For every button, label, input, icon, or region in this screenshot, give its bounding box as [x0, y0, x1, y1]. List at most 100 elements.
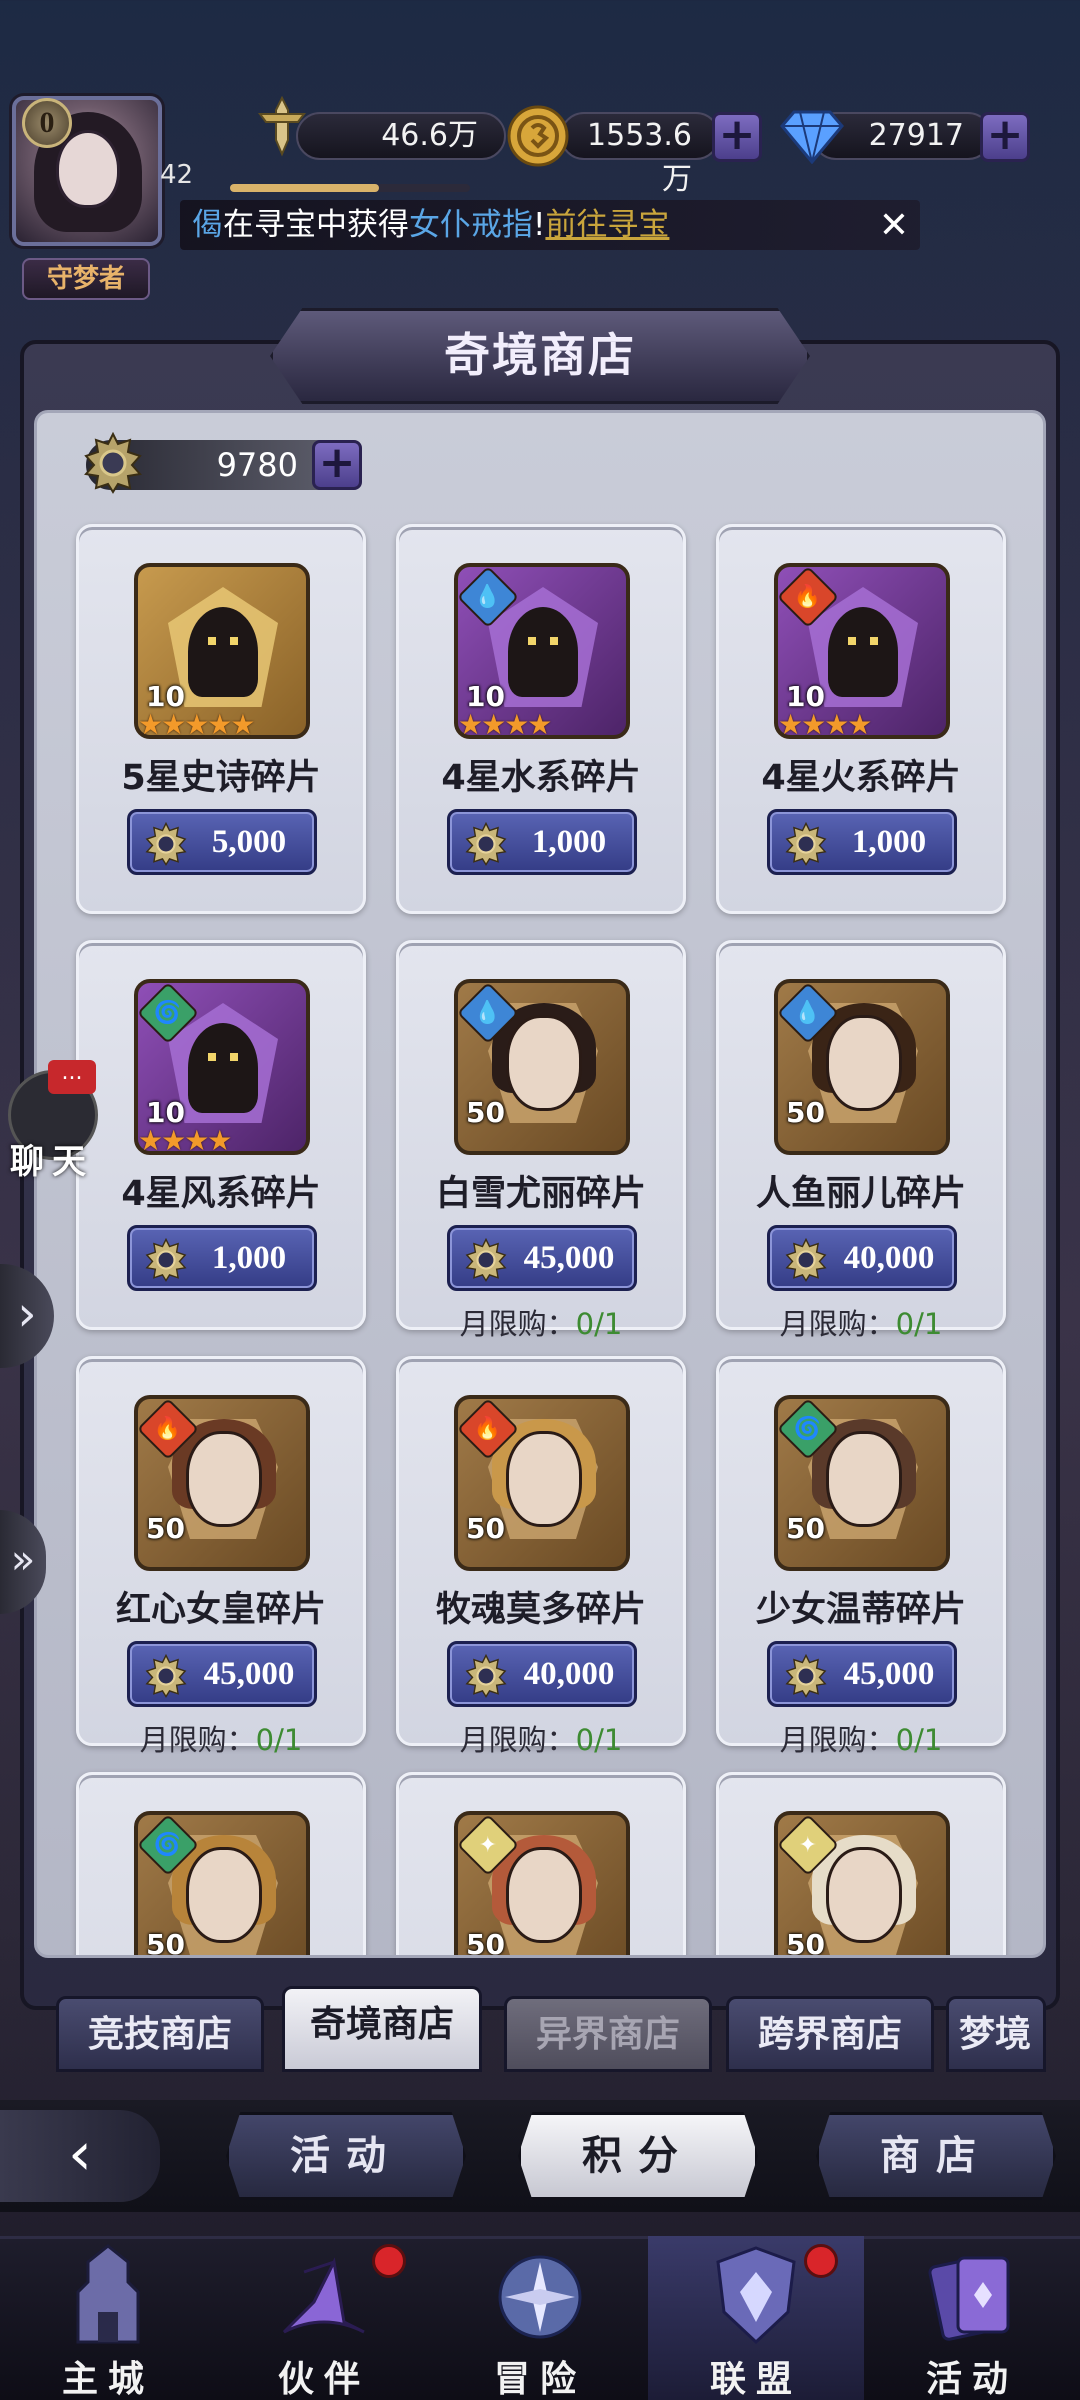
purchase-limit-value: 0/1: [575, 1723, 623, 1757]
hooded-figure-icon: [828, 607, 898, 697]
element-glyph: 💧: [794, 1000, 822, 1026]
buy-button[interactable]: 45,000: [767, 1641, 957, 1707]
shop-currency-icon: [785, 1238, 827, 1282]
purchase-limit-value: 0/1: [255, 1723, 303, 1757]
hero-portrait: [826, 1015, 902, 1111]
shop-item-name: 牧魂莫多碎片: [435, 1590, 646, 1630]
tab-dream-shop[interactable]: 梦境: [946, 1996, 1046, 2072]
shop-currency-icon: [465, 1654, 507, 1698]
price-value: 1,000: [531, 824, 607, 860]
buy-button[interactable]: 1,000: [127, 1225, 317, 1291]
tab-arena-shop[interactable]: 竞技商店: [56, 1996, 264, 2072]
element-glyph: 💧: [474, 584, 502, 610]
shop-item-card[interactable]: 💧 50 白雪尤丽碎片 45,000 月限购：0/1: [396, 940, 686, 1341]
shop-item-name: 红心女皇碎片: [115, 1590, 326, 1630]
partners-notification-dot: [372, 2244, 406, 2278]
shop-item-card[interactable]: ✦ 50: [396, 1772, 686, 1955]
fragment-icon: 🔥 50: [134, 1395, 310, 1571]
chat-label[interactable]: 聊天: [10, 1134, 94, 1183]
fragment-quantity: 50: [786, 1928, 825, 1955]
shop-item-card[interactable]: 🌀 10 ★★★★ 4星风系碎片 1,000: [76, 940, 366, 1330]
element-glyph: 🌀: [794, 1416, 822, 1442]
hooded-figure-icon: [188, 607, 258, 697]
element-glyph: 🔥: [474, 1416, 502, 1442]
hooded-figure-eyes: [208, 1053, 238, 1061]
tab-otherworld-shop[interactable]: 异界商店: [504, 1996, 712, 2072]
shop-item-card[interactable]: 🌀 50 少女温蒂碎片 45,000 月限购：0/1: [716, 1356, 1006, 1757]
tab-crossrealm-shop[interactable]: 跨界商店: [726, 1996, 934, 2072]
purchase-limit-label: 月限购：: [779, 1723, 896, 1757]
shop-item-name: 4星火系碎片: [761, 758, 961, 798]
hero-portrait: [826, 1431, 902, 1527]
shop-item-card[interactable]: 🔥 50 红心女皇碎片 45,000 月限购：0/1: [76, 1356, 366, 1757]
fragment-quantity: 50: [466, 1512, 505, 1545]
shop-item-card[interactable]: ✦ 50: [716, 1772, 1006, 1955]
buy-button[interactable]: 45,000: [127, 1641, 317, 1707]
element-glyph: ✦: [478, 1832, 498, 1858]
hero-portrait: [186, 1431, 262, 1527]
nav-adventure-label: 冒险: [493, 2359, 586, 2399]
switch-shop[interactable]: 商店: [816, 2112, 1056, 2200]
tab-wonderland-shop[interactable]: 奇境商店: [282, 1986, 482, 2072]
shop-item-card[interactable]: 🔥 50 牧魂莫多碎片 40,000 月限购：0/1: [396, 1356, 686, 1757]
price-value: 1,000: [851, 824, 927, 860]
buy-button[interactable]: 1,000: [767, 809, 957, 875]
shield-icon: [706, 2242, 806, 2352]
shop-item-card[interactable]: 💧 10 ★★★★ 4星水系碎片 1,000: [396, 524, 686, 914]
hero-portrait: [506, 1015, 582, 1111]
shop-item-name: 4星风系碎片: [121, 1174, 321, 1214]
hero-portrait: [186, 1847, 262, 1943]
castle-icon: [58, 2242, 158, 2352]
price-value: 45,000: [843, 1656, 935, 1692]
back-arrow-icon[interactable]: ‹: [0, 2110, 160, 2202]
cards-icon: [922, 2242, 1022, 2352]
shop-item-name: 人鱼丽儿碎片: [755, 1174, 966, 1214]
switch-points[interactable]: 积分: [518, 2112, 758, 2200]
fragment-icon: 🌀 50: [774, 1395, 950, 1571]
fragment-icon: 🌀 50: [134, 1811, 310, 1955]
fragment-quantity: 50: [466, 1928, 505, 1955]
shop-item-card[interactable]: 🌀 50: [76, 1772, 366, 1955]
star-rating: ★★★★: [138, 1124, 232, 1157]
buy-button[interactable]: 40,000: [767, 1225, 957, 1291]
nav-alliance[interactable]: 联盟: [648, 2236, 864, 2400]
nav-alliance-label: 联盟: [709, 2359, 802, 2399]
purchase-limit-label: 月限购：: [459, 1307, 576, 1341]
hero-portrait: [506, 1431, 582, 1527]
element-glyph: 🌀: [154, 1832, 182, 1858]
fragment-icon: 💧 50: [454, 979, 630, 1155]
chat-unread-badge: ...: [48, 1060, 96, 1094]
shop-item-card[interactable]: 10 ★★★★★ 5星史诗碎片 5,000: [76, 524, 366, 914]
star-rating: ★★★★: [458, 708, 552, 741]
price-value: 45,000: [523, 1240, 615, 1276]
element-glyph: ✦: [798, 1832, 818, 1858]
shop-currency-icon: [145, 1654, 187, 1698]
nav-main-city[interactable]: 主城: [0, 2236, 216, 2400]
purchase-limit-value: 0/1: [895, 1307, 943, 1341]
fragment-quantity: 50: [466, 1096, 505, 1129]
fragment-quantity: 50: [146, 1928, 185, 1955]
purchase-limit: 月限购：0/1: [719, 1717, 1003, 1759]
nav-adventure[interactable]: 冒险: [432, 2236, 648, 2400]
nav-partners[interactable]: 伙伴: [216, 2236, 432, 2400]
buy-button[interactable]: 1,000: [447, 809, 637, 875]
fragment-quantity: 50: [786, 1096, 825, 1129]
purchase-limit: 月限购：0/1: [399, 1301, 683, 1343]
nav-activities-label: 活动: [925, 2359, 1018, 2399]
buy-button[interactable]: 5,000: [127, 809, 317, 875]
wizard-hat-icon: [274, 2242, 374, 2352]
buy-button[interactable]: 40,000: [447, 1641, 637, 1707]
buy-button[interactable]: 45,000: [447, 1225, 637, 1291]
hero-portrait: [506, 1847, 582, 1943]
purchase-limit-label: 月限购：: [459, 1723, 576, 1757]
nav-activities[interactable]: 活动: [864, 2236, 1080, 2400]
hooded-figure-eyes: [848, 637, 878, 645]
shop-item-card[interactable]: 💧 50 人鱼丽儿碎片 40,000 月限购：0/1: [716, 940, 1006, 1341]
fragment-icon: 10 ★★★★★: [134, 563, 310, 741]
purchase-limit-value: 0/1: [895, 1723, 943, 1757]
shop-item-card[interactable]: 🔥 10 ★★★★ 4星火系碎片 1,000: [716, 524, 1006, 914]
fragment-icon: 🔥 50: [454, 1395, 630, 1571]
element-glyph: 🔥: [154, 1416, 182, 1442]
switch-activity[interactable]: 活动: [226, 2112, 466, 2200]
alliance-notification-dot: [804, 2244, 838, 2278]
